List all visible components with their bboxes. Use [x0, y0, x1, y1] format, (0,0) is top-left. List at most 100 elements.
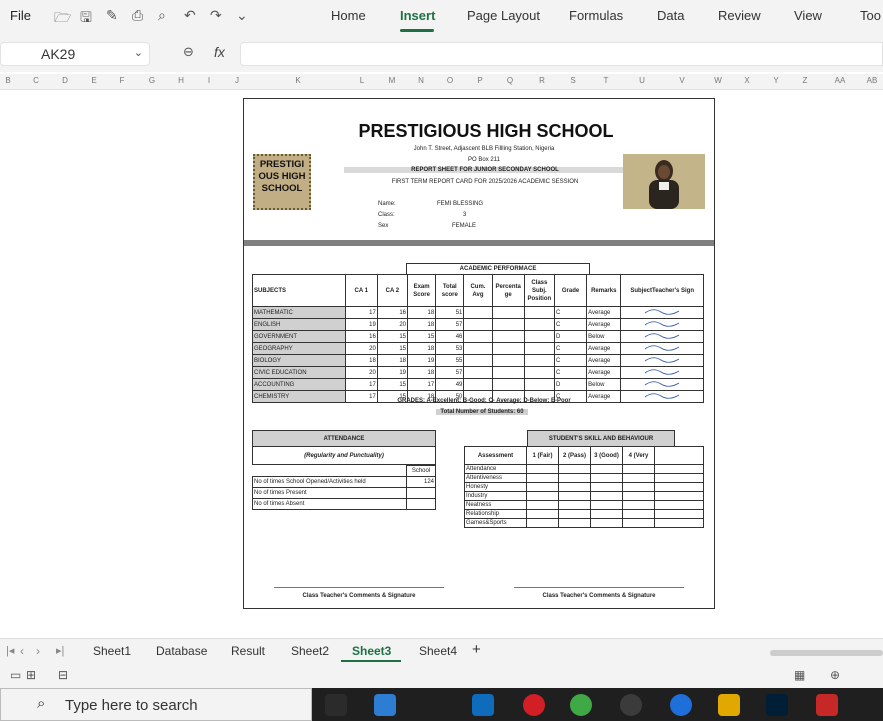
file-explorer-icon[interactable] — [718, 694, 740, 716]
taskbar-search[interactable]: ⌕ Type here to search — [0, 688, 312, 721]
column-header[interactable]: AA — [835, 76, 846, 85]
table-cell: 18 — [406, 306, 437, 319]
column-header[interactable]: I — [208, 76, 210, 85]
column-headers: B C D E F G H I J K L M N O P Q R S T U V W X Y Z AA AB — [0, 74, 883, 90]
column-header[interactable]: H — [178, 76, 184, 85]
fx-icon[interactable]: fx — [214, 44, 225, 60]
tab-tools[interactable]: Too — [860, 8, 881, 23]
tab-sheet2[interactable]: Sheet2 — [291, 644, 329, 658]
redo-icon[interactable]: ↷ — [210, 7, 222, 24]
table-row: BIOLOGY 18 18 19 55 C Average — [252, 354, 704, 367]
formula-input[interactable] — [240, 42, 883, 66]
tab-database[interactable]: Database — [156, 644, 207, 658]
student-photo — [623, 154, 705, 209]
task-view-icon[interactable] — [325, 694, 347, 716]
table-cell: 19 — [406, 354, 437, 367]
table-cell — [590, 482, 623, 492]
tab-insert[interactable]: Insert — [400, 8, 435, 23]
column-header[interactable]: AB — [867, 76, 878, 85]
column-header[interactable]: U — [639, 76, 645, 85]
column-header[interactable]: C — [33, 76, 39, 85]
table-cell: C — [553, 354, 588, 367]
school-pobox: PO Box 211 — [468, 157, 500, 163]
status-icon-3[interactable]: ⊟ — [58, 668, 68, 682]
tab-sheet1[interactable]: Sheet1 — [93, 644, 131, 658]
table-cell: 16 — [344, 330, 378, 343]
settings-icon[interactable] — [620, 694, 642, 716]
normal-view-icon[interactable]: ▦ — [794, 668, 805, 682]
signature — [620, 366, 704, 379]
tab-page-layout[interactable]: Page Layout — [467, 8, 540, 23]
table-cell: 49 — [435, 378, 465, 391]
column-header[interactable]: G — [149, 76, 155, 85]
zoom-icon[interactable]: ⊖ — [183, 44, 194, 60]
chevron-down-icon[interactable]: ⌄ — [236, 7, 248, 24]
tab-data[interactable]: Data — [657, 8, 684, 23]
column-header[interactable]: J — [235, 76, 239, 85]
horizontal-scrollbar[interactable] — [770, 650, 883, 656]
tab-home[interactable]: Home — [331, 8, 366, 23]
tab-sheet3[interactable]: Sheet3 — [352, 644, 391, 658]
app-icon-2[interactable] — [816, 694, 838, 716]
status-icon-2[interactable]: ⊞ — [26, 668, 36, 682]
opera-icon[interactable] — [523, 694, 545, 716]
chevron-down-icon[interactable]: ⌄ — [134, 46, 143, 59]
bluetooth-icon[interactable] — [670, 694, 692, 716]
next-sheet-icon[interactable]: › — [36, 644, 40, 658]
tab-result[interactable]: Result — [231, 644, 265, 658]
column-header[interactable]: R — [539, 76, 545, 85]
print-icon[interactable]: ⎙ — [132, 7, 143, 24]
table-row: No of times Present — [252, 487, 436, 499]
store-icon[interactable] — [374, 694, 396, 716]
column-header[interactable]: K — [295, 76, 300, 85]
table-cell: 15 — [376, 330, 409, 343]
tab-view[interactable]: View — [794, 8, 822, 23]
column-header[interactable]: D — [62, 76, 68, 85]
column-header[interactable]: P — [477, 76, 482, 85]
first-sheet-icon[interactable]: |◂ — [6, 644, 14, 657]
column-header[interactable]: E — [91, 76, 96, 85]
format-painter-icon[interactable]: ✎ — [106, 7, 118, 24]
column-header[interactable]: L — [360, 76, 364, 85]
column-header[interactable]: B — [5, 76, 10, 85]
add-sheet-icon[interactable]: + — [472, 641, 481, 658]
last-sheet-icon[interactable]: ▸| — [56, 644, 64, 657]
app-icon[interactable] — [570, 694, 592, 716]
column-header[interactable]: W — [714, 76, 722, 85]
tab-formulas[interactable]: Formulas — [569, 8, 623, 23]
signature — [620, 378, 704, 391]
signature-mark — [644, 309, 680, 315]
column-header[interactable]: Y — [773, 76, 778, 85]
status-icon-1[interactable]: ▭ — [10, 668, 21, 682]
skill-column-header: 2 (Pass) — [558, 446, 591, 465]
column-header[interactable]: M — [389, 76, 396, 85]
name-box[interactable]: AK29 ⌄ — [0, 42, 150, 66]
save-icon[interactable]: 🖫 — [80, 7, 92, 31]
table-cell — [558, 482, 591, 492]
file-menu[interactable]: File — [10, 8, 31, 23]
page-layout-icon[interactable]: ⊕ — [830, 668, 840, 682]
column-header[interactable]: N — [418, 76, 424, 85]
photoshop-icon[interactable] — [766, 694, 788, 716]
undo-icon[interactable]: ↶ — [184, 7, 196, 24]
table-cell — [590, 500, 623, 510]
outlook-icon[interactable] — [472, 694, 494, 716]
name-box-value: AK29 — [41, 46, 76, 62]
column-header[interactable]: T — [604, 76, 609, 85]
table-row: Attentiveness — [464, 473, 704, 483]
column-header[interactable]: F — [120, 76, 125, 85]
column-header[interactable]: X — [744, 76, 749, 85]
table-cell — [590, 491, 623, 501]
open-icon[interactable]: 🗁 — [54, 7, 71, 31]
prev-sheet-icon[interactable]: ‹ — [20, 644, 24, 658]
column-header[interactable]: Z — [803, 76, 808, 85]
column-header[interactable]: V — [679, 76, 684, 85]
column-header[interactable]: Q — [507, 76, 513, 85]
tab-sheet4[interactable]: Sheet4 — [419, 644, 457, 658]
table-cell: Average — [586, 366, 622, 379]
tab-review[interactable]: Review — [718, 8, 761, 23]
table-cell: 51 — [435, 306, 465, 319]
print-preview-icon[interactable]: ⌕ — [158, 7, 166, 24]
column-header[interactable]: O — [447, 76, 453, 85]
column-header[interactable]: S — [570, 76, 575, 85]
